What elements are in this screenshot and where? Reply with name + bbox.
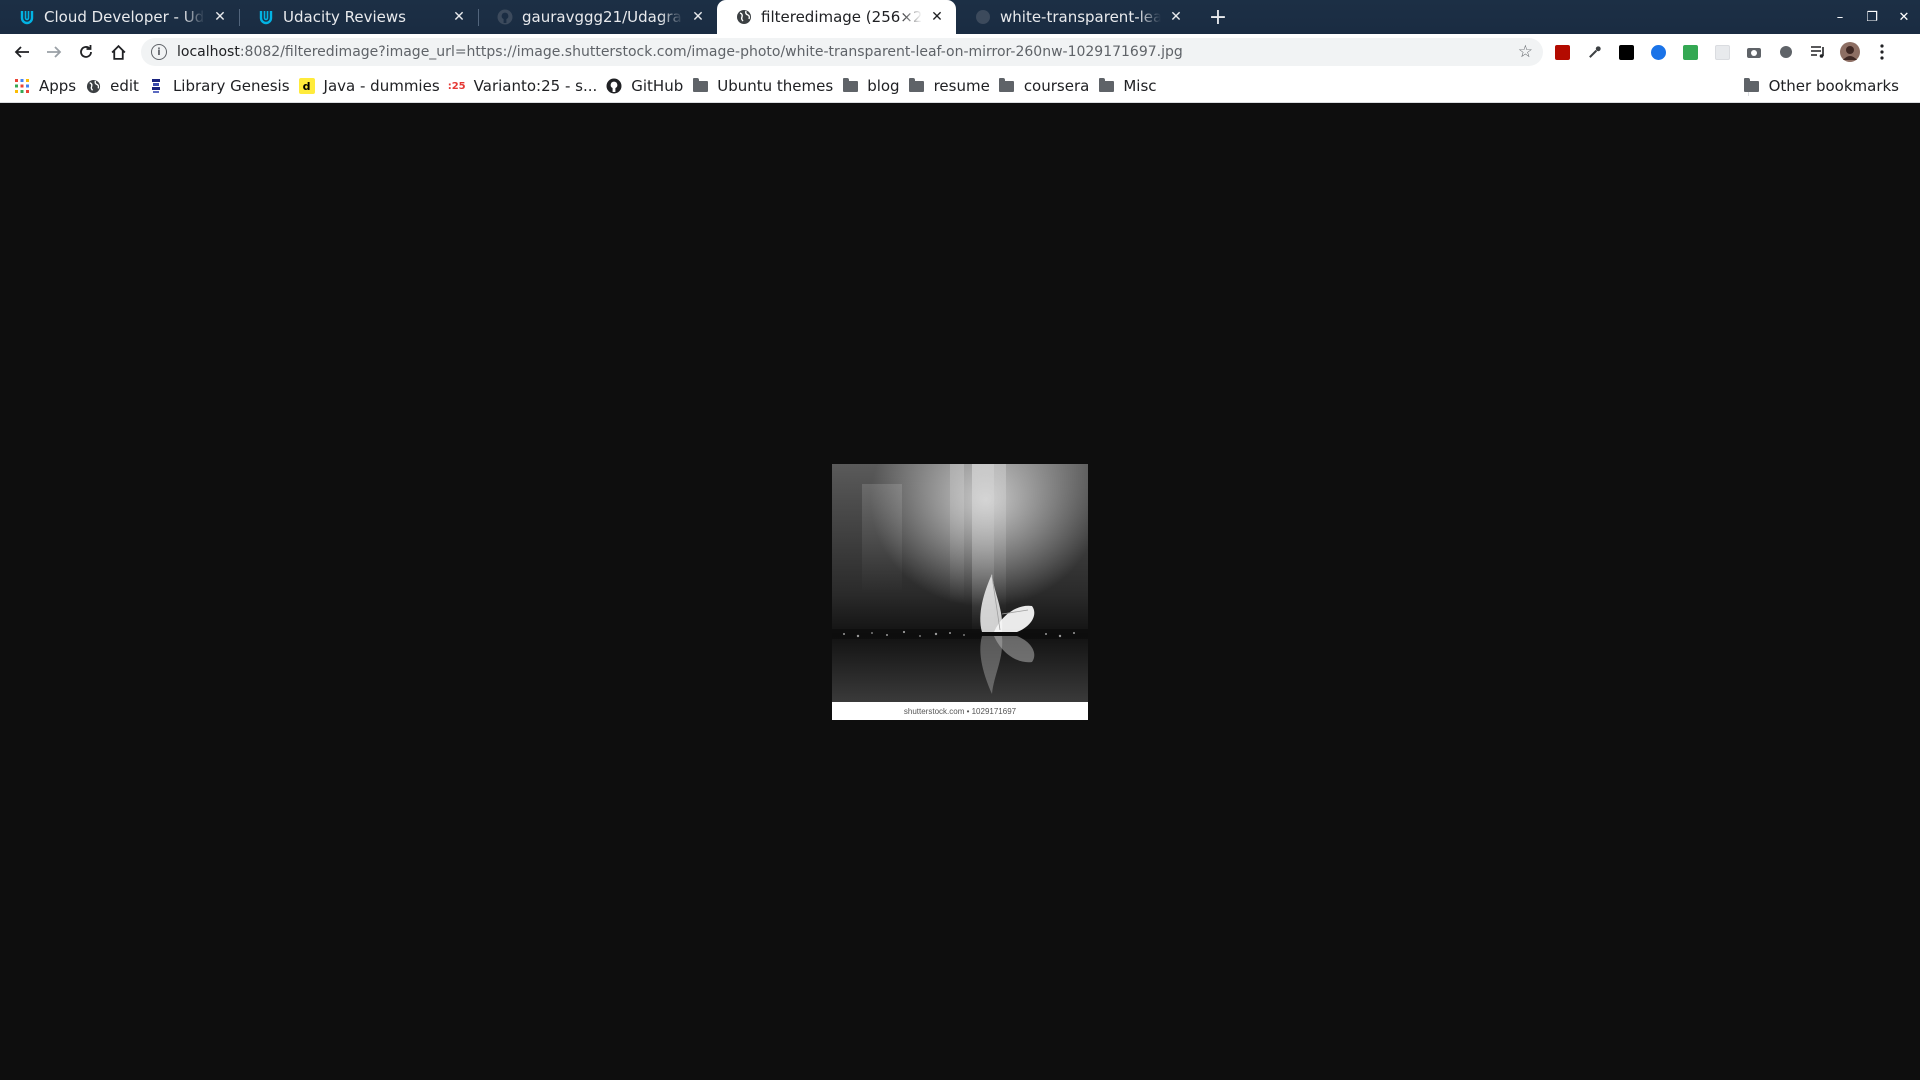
bookmark-folder-ubuntu-themes[interactable]: Ubuntu themes <box>690 72 840 100</box>
home-icon <box>110 44 126 60</box>
globe-icon <box>735 9 752 26</box>
folder-icon <box>999 77 1015 94</box>
new-tab-button[interactable]: + <box>1203 2 1233 32</box>
bookmark-label: resume <box>933 77 990 95</box>
tab-white-transparent-leaf[interactable]: white-transparent-leaf-or ✕ <box>956 0 1195 34</box>
bookmark-apps[interactable]: Apps <box>12 72 83 100</box>
folder-icon <box>909 77 925 94</box>
bookmark-github[interactable]: GitHub <box>604 72 690 100</box>
bookmarks-bar: Apps edit Library Genesis d Java - dummi… <box>0 70 1920 103</box>
tab-title: filteredimage (256×256) <box>761 8 922 26</box>
extension-acrobat-icon[interactable] <box>1546 38 1578 66</box>
github-icon <box>496 9 513 26</box>
bookmark-label: Apps <box>39 77 77 95</box>
extension-eyedropper-icon[interactable] <box>1578 38 1610 66</box>
folder-icon <box>1098 77 1114 94</box>
bookmark-folder-misc[interactable]: Misc <box>1096 72 1163 100</box>
reload-icon <box>80 45 92 58</box>
bookmark-star-icon[interactable]: ☆ <box>1518 42 1533 62</box>
close-icon[interactable]: ✕ <box>928 8 946 26</box>
bookmark-label: Java - dummies <box>323 77 440 95</box>
extension-green-inbox-icon[interactable] <box>1674 38 1706 66</box>
bookmark-label: coursera <box>1023 77 1090 95</box>
bookmark-label: Varianto:25 - s... <box>473 77 598 95</box>
tab-title: Udacity Reviews <box>283 8 406 26</box>
tab-title: Cloud Developer - Udacity <box>44 8 205 26</box>
bookmark-edit[interactable]: edit <box>83 72 146 100</box>
extension-c-icon[interactable] <box>1770 38 1802 66</box>
extension-jb-icon[interactable] <box>1610 38 1642 66</box>
url-path: :8082/filteredimage?image_url=https://im… <box>239 44 1183 60</box>
bookmark-folder-coursera[interactable]: coursera <box>997 72 1097 100</box>
libgen-icon <box>148 78 164 94</box>
bookmark-label: GitHub <box>631 77 684 95</box>
close-window-button[interactable]: ✕ <box>1888 0 1920 34</box>
profile-avatar[interactable] <box>1834 38 1866 66</box>
bookmark-label: Misc <box>1123 77 1157 95</box>
tab-filteredimage[interactable]: filteredimage (256×256) ✕ <box>717 0 956 34</box>
filtered-image[interactable]: shutterstock.com • 1029171697 <box>832 464 1088 720</box>
home-button[interactable] <box>102 36 134 68</box>
dummies-icon: d <box>298 78 315 94</box>
apps-grid-icon <box>14 78 30 94</box>
folder-icon <box>692 77 708 94</box>
folder-icon <box>1744 77 1760 94</box>
close-icon[interactable]: ✕ <box>1167 8 1185 26</box>
bookmark-label: blog <box>867 77 900 95</box>
image-caption: shutterstock.com • 1029171697 <box>832 702 1088 720</box>
bookmark-label: Library Genesis <box>172 77 290 95</box>
menu-kebab-icon[interactable] <box>1866 38 1898 66</box>
back-arrow-icon <box>14 46 29 58</box>
udacity-icon <box>257 9 274 26</box>
globe-icon <box>85 78 101 94</box>
reload-button[interactable] <box>70 36 102 68</box>
window-controls: – ❐ ✕ <box>1824 0 1920 34</box>
tab-cloud-developer[interactable]: Cloud Developer - Udacity ✕ <box>0 0 239 34</box>
varianto-icon: :25 <box>447 80 466 92</box>
forward-button[interactable] <box>38 36 70 68</box>
bookmark-other-bookmarks[interactable]: Other bookmarks <box>1742 72 1906 100</box>
extension-camera-icon[interactable] <box>1738 38 1770 66</box>
bookmark-folder-resume[interactable]: resume <box>907 72 997 100</box>
url-host: localhost <box>177 44 240 60</box>
site-info-icon[interactable]: i <box>151 44 167 60</box>
bookmark-label: edit <box>110 77 139 95</box>
media-queue-icon[interactable] <box>1802 38 1834 66</box>
tab-github-udagram[interactable]: gauravggg21/Udagram: C ✕ <box>478 0 717 34</box>
tab-udacity-reviews[interactable]: Udacity Reviews ✕ <box>239 0 478 34</box>
tab-title: gauravggg21/Udagram: C <box>522 8 683 26</box>
plus-icon: + <box>1208 4 1228 30</box>
url-text[interactable]: localhost:8082/filteredimage?image_url=h… <box>177 44 1510 60</box>
tab-title: white-transparent-leaf-or <box>1000 8 1161 26</box>
page-viewport: shutterstock.com • 1029171697 <box>0 104 1920 1080</box>
restore-button[interactable]: ❐ <box>1856 0 1888 34</box>
bookmark-varianto[interactable]: :25 Varianto:25 - s... <box>447 72 605 100</box>
extension-blank-icon[interactable] <box>1706 38 1738 66</box>
udacity-icon <box>18 9 35 26</box>
bookmark-java-dummies[interactable]: d Java - dummies <box>297 72 447 100</box>
folder-icon <box>842 77 858 94</box>
github-icon <box>606 78 622 94</box>
tab-strip: Cloud Developer - Udacity ✕ Udacity Revi… <box>0 0 1920 34</box>
address-bar[interactable]: i localhost:8082/filteredimage?image_url… <box>141 38 1543 66</box>
browser-toolbar: i localhost:8082/filteredimage?image_url… <box>0 34 1920 70</box>
close-icon[interactable]: ✕ <box>450 8 468 26</box>
leaf-photo <box>832 464 1088 702</box>
minimize-button[interactable]: – <box>1824 0 1856 34</box>
bookmark-label: Ubuntu themes <box>717 77 834 95</box>
bookmark-library-genesis[interactable]: Library Genesis <box>146 72 297 100</box>
close-icon[interactable]: ✕ <box>689 8 707 26</box>
extensions-area <box>1546 38 1898 66</box>
bookmark-label: Other bookmarks <box>1768 77 1899 95</box>
close-icon[interactable]: ✕ <box>211 8 229 26</box>
extension-blue-flower-icon[interactable] <box>1642 38 1674 66</box>
globe-icon <box>974 9 991 26</box>
back-button[interactable] <box>6 36 38 68</box>
bookmark-folder-blog[interactable]: blog <box>840 72 906 100</box>
forward-arrow-icon <box>47 46 62 58</box>
